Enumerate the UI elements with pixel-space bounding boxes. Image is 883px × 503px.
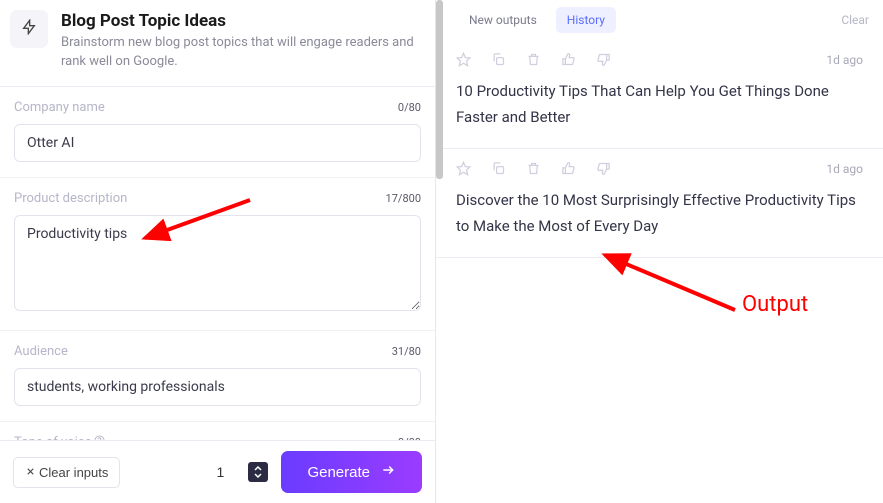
output-meta: 1d ago <box>456 161 863 176</box>
field-company: Company name 0/80 <box>0 87 435 178</box>
template-icon-box <box>10 10 48 48</box>
output-card: 1d ago Discover the 10 Most Surprisingly… <box>436 149 883 258</box>
trash-icon[interactable] <box>526 161 541 176</box>
clear-inputs-button[interactable]: Clear inputs <box>13 457 120 488</box>
field-product: Product description 17/800 <box>0 178 435 331</box>
field-audience: Audience 31/80 <box>0 331 435 422</box>
output-card: 1d ago 10 Productivity Tips That Can Hel… <box>436 40 883 149</box>
lightning-icon <box>21 19 37 39</box>
right-panel: New outputs History Clear 1d ago 10 Prod… <box>436 0 883 503</box>
thumbs-up-icon[interactable] <box>561 52 576 67</box>
thumbs-down-icon[interactable] <box>596 161 611 176</box>
clear-inputs-label: Clear inputs <box>39 465 108 480</box>
field-audience-header: Audience 31/80 <box>14 344 421 359</box>
copy-icon[interactable] <box>491 161 506 176</box>
arrow-right-icon <box>380 463 396 481</box>
audience-count: 31/80 <box>392 345 421 358</box>
field-company-header: Company name 0/80 <box>14 100 421 115</box>
outputs-scroll[interactable]: 1d ago 10 Productivity Tips That Can Hel… <box>436 40 883 503</box>
thumbs-up-icon[interactable] <box>561 161 576 176</box>
header-text: Blog Post Topic Ideas Brainstorm new blo… <box>61 9 423 72</box>
fields-scroll[interactable]: Company name 0/80 Product description 17… <box>0 86 435 440</box>
field-tone: Tone of voice 0/80 <box>0 422 435 440</box>
left-panel: Blog Post Topic Ideas Brainstorm new blo… <box>0 0 436 503</box>
generate-label: Generate <box>307 464 370 481</box>
output-text[interactable]: 10 Productivity Tips That Can Help You G… <box>456 79 863 130</box>
thumbs-down-icon[interactable] <box>596 52 611 67</box>
audience-label: Audience <box>14 344 68 359</box>
product-label: Product description <box>14 191 127 206</box>
tab-history[interactable]: History <box>556 7 616 33</box>
product-input[interactable] <box>14 215 421 311</box>
scrollbar-indicator[interactable] <box>436 0 443 179</box>
star-icon[interactable] <box>456 52 471 67</box>
tab-new-outputs[interactable]: New outputs <box>458 7 548 33</box>
page-subtitle: Brainstorm new blog post topics that wil… <box>61 34 423 72</box>
company-input[interactable] <box>14 124 421 162</box>
close-icon <box>25 465 36 480</box>
quantity-input[interactable] <box>198 464 242 480</box>
quantity-stepper[interactable] <box>248 462 268 482</box>
app-root: Blog Post Topic Ideas Brainstorm new blo… <box>0 0 883 503</box>
page-title: Blog Post Topic Ideas <box>61 10 423 32</box>
output-meta: 1d ago <box>456 52 863 67</box>
template-header: Blog Post Topic Ideas Brainstorm new blo… <box>0 0 435 86</box>
generate-button[interactable]: Generate <box>281 451 422 493</box>
output-timestamp: 1d ago <box>826 53 863 67</box>
tabs-row: New outputs History Clear <box>436 0 883 40</box>
product-count: 17/800 <box>386 192 421 205</box>
output-timestamp: 1d ago <box>826 162 863 176</box>
copy-icon[interactable] <box>491 52 506 67</box>
bottom-bar: Clear inputs Generate <box>0 440 435 503</box>
company-label: Company name <box>14 100 105 115</box>
output-text[interactable]: Discover the 10 Most Surprisingly Effect… <box>456 188 863 239</box>
audience-input[interactable] <box>14 368 421 406</box>
company-count: 0/80 <box>398 101 421 114</box>
field-product-header: Product description 17/800 <box>14 191 421 206</box>
trash-icon[interactable] <box>526 52 541 67</box>
star-icon[interactable] <box>456 161 471 176</box>
clear-outputs-link[interactable]: Clear <box>841 13 869 27</box>
quantity-group <box>198 462 268 482</box>
